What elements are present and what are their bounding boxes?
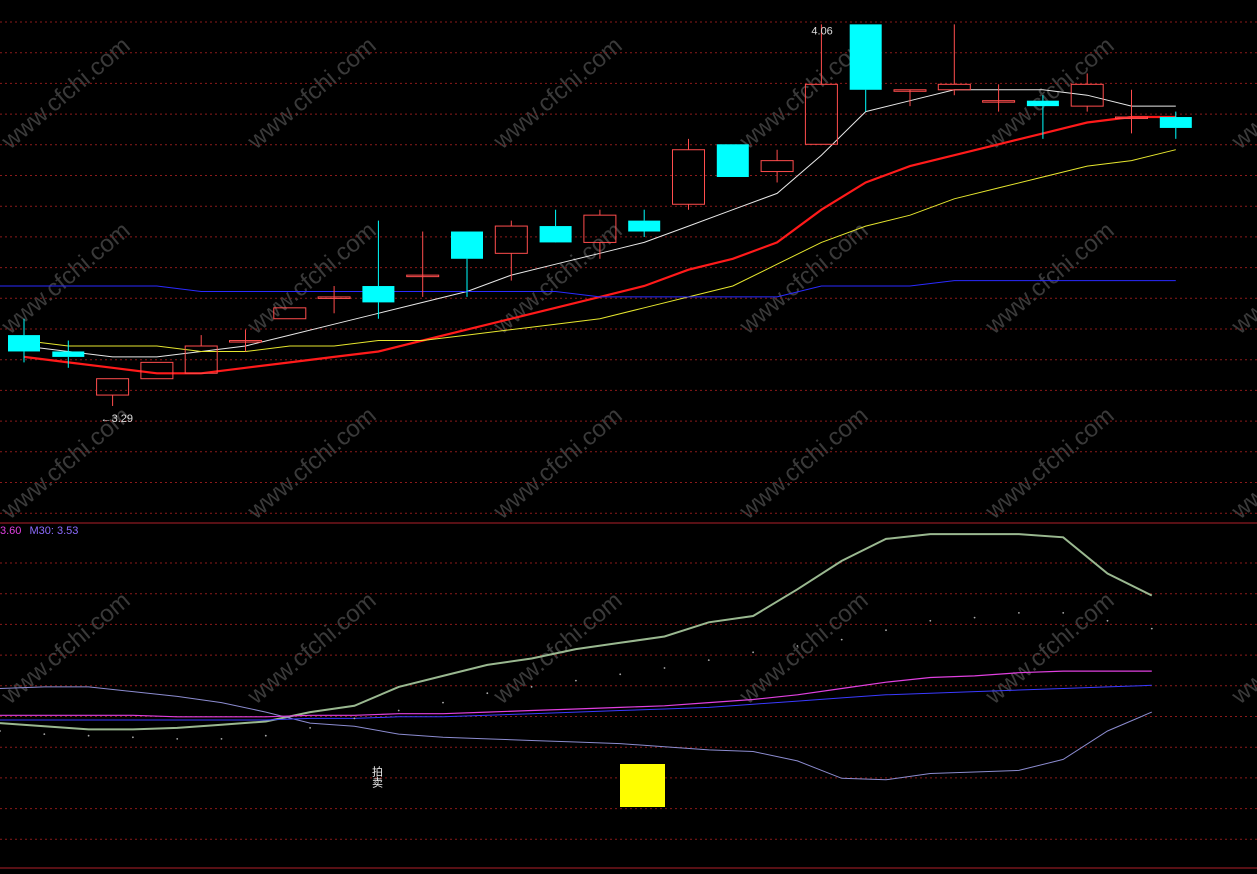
candle: [982, 84, 1016, 112]
candle-body: [716, 144, 749, 177]
candlesticks: [8, 24, 1192, 406]
indicator-dot: [442, 701, 444, 704]
watermark-text: www.cfchi.com: [242, 402, 382, 525]
indicator-dot: [1150, 627, 1153, 630]
price-annotation: 4.06: [811, 25, 832, 37]
candle: [804, 24, 838, 145]
watermark-text: www.cfchi.com: [0, 587, 135, 710]
candle: [1159, 111, 1192, 139]
candle-body: [140, 361, 174, 380]
candle: [184, 335, 218, 374]
watermark-text: www.cfchi.com: [0, 217, 135, 340]
watermark-text: www.cfchi.com: [242, 32, 382, 155]
indicator-dot: [353, 717, 356, 720]
price-annotation: ←3.29: [101, 413, 133, 425]
indicator-dot: [752, 651, 754, 654]
watermark-text: www.cfchi.com: [734, 217, 874, 340]
legend-m30-value: M30: 3.53: [29, 525, 79, 537]
signal-marker-text: 拍卖: [371, 765, 384, 789]
indicator-dot: [176, 738, 179, 740]
chart-annotations: 4.06 ←3.29: [101, 25, 833, 425]
watermark-text: www.cfchi.com: [488, 587, 628, 710]
indicator-dot: [973, 616, 976, 619]
indicator-dot: [840, 638, 843, 641]
candle: [760, 149, 794, 183]
indicator-dot: [0, 730, 1, 732]
candle-body: [1159, 117, 1192, 128]
osc_lavender-line: [0, 686, 1152, 781]
indicator-dot: [397, 709, 400, 712]
candle-body: [362, 286, 395, 303]
indicator-lines: 拍卖: [0, 533, 1153, 807]
candle-body: [52, 351, 85, 357]
indicator-dot: [220, 738, 223, 740]
watermark-text: www.cfchi.com: [980, 402, 1120, 525]
indicator-dot: [264, 734, 267, 737]
candle-body: [672, 149, 705, 205]
candle: [494, 220, 528, 281]
candle-body: [937, 83, 971, 91]
candle: [406, 231, 440, 297]
indicator-dot: [885, 629, 887, 632]
indicator-dot: [1018, 612, 1020, 614]
osc_magenta-line: [0, 670, 1152, 718]
indicator-dot: [796, 645, 799, 647]
indicator-dot: [619, 673, 622, 676]
indicator-dot: [309, 727, 311, 729]
candle: [672, 138, 705, 210]
watermark-text: www.cfchi.com: [1226, 32, 1257, 155]
indicator-dot: [486, 692, 489, 695]
legend-ma-value: 3.60: [0, 525, 22, 537]
candle: [937, 24, 971, 96]
candle-body: [628, 220, 661, 232]
watermark-text: www.cfchi.com: [980, 587, 1120, 710]
indicator-dot: [663, 667, 666, 669]
candle: [539, 209, 572, 243]
candle-body: [451, 231, 483, 259]
watermark-text: www.cfchi.com: [488, 32, 628, 155]
watermark-text: www.cfchi.com: [242, 587, 382, 710]
indicator-legend: 3.60 M30: 3.53: [0, 525, 83, 537]
indicator-dot: [707, 659, 710, 661]
watermark-text: www.cfchi.com: [980, 32, 1120, 155]
candle: [317, 286, 351, 314]
candle: [716, 144, 749, 177]
candle-body: [760, 160, 794, 173]
watermark-text: www.cfchi.com: [734, 402, 874, 525]
watermark-text: www.cfchi.com: [488, 402, 628, 525]
watermark-text: www.cfchi.com: [242, 217, 382, 340]
candle: [1115, 89, 1148, 134]
watermark-text: www.cfchi.com: [0, 32, 135, 155]
watermark-layer: www.cfchi.com www.cfchi.com www.cfchi.com w…: [0, 32, 1257, 710]
indicator-dot: [87, 734, 90, 737]
candle: [96, 378, 130, 406]
indicator-dot: [929, 619, 932, 622]
candle: [140, 361, 174, 380]
indicator-dot: [43, 733, 46, 735]
stock-chart: www.cfchi.com www.cfchi.com www.cfchi.com w…: [0, 21, 1257, 869]
indicator-dot: [132, 736, 134, 739]
indicator-dot: [575, 679, 577, 682]
signal-marker-square: [620, 764, 665, 807]
candle-body: [1026, 100, 1059, 107]
watermark-text: www.cfchi.com: [1226, 402, 1257, 525]
osc_blue-line: [0, 684, 1152, 721]
candle-body: [8, 335, 40, 352]
watermark-text: www.cfchi.com: [980, 217, 1120, 340]
watermark-text: www.cfchi.com: [1226, 217, 1257, 340]
candle-body: [539, 226, 572, 243]
candle-body: [494, 225, 528, 254]
indicator-dot: [1106, 619, 1109, 622]
candle: [849, 24, 882, 112]
watermark-text: www.cfchi.com: [1226, 587, 1257, 710]
candle-body: [96, 378, 130, 396]
indicator-dot: [530, 686, 533, 688]
indicator-dot: [1062, 612, 1065, 614]
candle-body: [849, 24, 882, 90]
watermark-text: www.cfchi.com: [734, 587, 874, 710]
candle: [628, 209, 661, 237]
ma60-line: [0, 280, 1176, 298]
